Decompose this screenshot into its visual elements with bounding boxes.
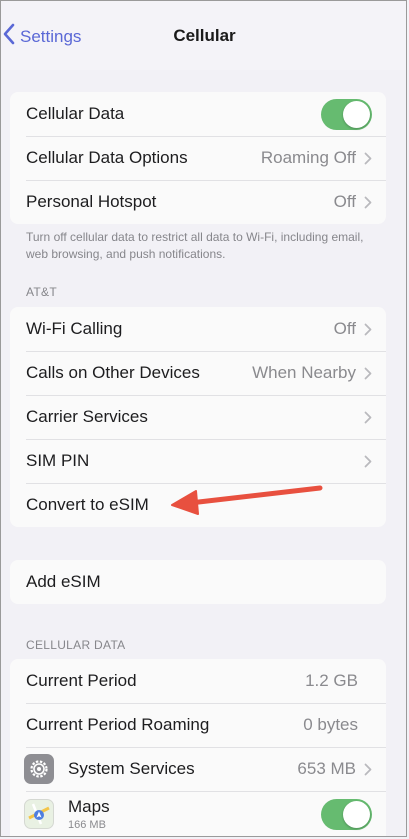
add-esim-group: Add eSIM xyxy=(10,560,386,604)
chevron-right-icon xyxy=(364,367,372,380)
maps-icon xyxy=(24,799,54,829)
system-services-label: System Services xyxy=(68,759,195,778)
sim-pin-row[interactable]: SIM PIN xyxy=(10,439,386,483)
carrier-services-row[interactable]: Carrier Services xyxy=(10,395,386,439)
maps-text: Maps 166 MB xyxy=(68,797,321,831)
chevron-right-icon xyxy=(364,152,372,165)
personal-hotspot-value: Off xyxy=(333,192,356,211)
maps-toggle[interactable] xyxy=(321,798,372,830)
cellular-data-options-row[interactable]: Cellular Data Options Roaming Off xyxy=(10,136,386,180)
chevron-right-icon xyxy=(364,196,372,209)
current-period-row: Current Period 1.2 GB xyxy=(10,659,386,703)
maps-label: Maps xyxy=(68,797,110,816)
convert-to-esim-button[interactable]: Convert to eSIM xyxy=(26,495,372,515)
system-services-value: 653 MB xyxy=(297,759,356,778)
calls-on-other-devices-value: When Nearby xyxy=(252,363,356,382)
cellular-data-options-value: Roaming Off xyxy=(260,148,356,167)
current-period-label: Current Period xyxy=(26,671,137,690)
convert-to-esim-row[interactable]: Convert to eSIM xyxy=(10,483,386,527)
cellular-settings-group: Cellular Data Cellular Data Options Roam… xyxy=(10,92,386,224)
carrier-section-header: AT&T xyxy=(26,285,57,299)
cellular-data-section-header: CELLULAR DATA xyxy=(26,638,126,652)
wifi-calling-row[interactable]: Wi-Fi Calling Off xyxy=(10,307,386,351)
calls-on-other-devices-label: Calls on Other Devices xyxy=(26,363,200,382)
wifi-calling-label: Wi-Fi Calling xyxy=(26,319,123,338)
cellular-data-options-label: Cellular Data Options xyxy=(26,148,188,167)
chevron-right-icon xyxy=(364,455,372,468)
current-period-roaming-label: Current Period Roaming xyxy=(26,715,210,734)
gear-icon xyxy=(24,754,54,784)
current-period-roaming-value: 0 bytes xyxy=(303,715,358,734)
navigation-bar: Settings Cellular xyxy=(0,0,409,70)
carrier-settings-group: Wi-Fi Calling Off Calls on Other Devices… xyxy=(10,307,386,527)
cellular-data-usage-group: Current Period 1.2 GB Current Period Roa… xyxy=(10,659,386,837)
maps-usage: 166 MB xyxy=(68,819,106,831)
sim-pin-label: SIM PIN xyxy=(26,451,90,470)
cellular-data-toggle[interactable] xyxy=(321,98,372,130)
page-title: Cellular xyxy=(173,26,236,45)
carrier-services-label: Carrier Services xyxy=(26,407,148,426)
chevron-right-icon xyxy=(364,763,372,776)
personal-hotspot-label: Personal Hotspot xyxy=(26,192,157,211)
chevron-right-icon xyxy=(364,323,372,336)
current-period-roaming-row: Current Period Roaming 0 bytes xyxy=(10,703,386,747)
cellular-data-footnote: Turn off cellular data to restrict all d… xyxy=(26,230,364,261)
personal-hotspot-row[interactable]: Personal Hotspot Off xyxy=(10,180,386,224)
calls-on-other-devices-row[interactable]: Calls on Other Devices When Nearby xyxy=(10,351,386,395)
chevron-right-icon xyxy=(364,411,372,424)
maps-row: Maps 166 MB xyxy=(10,791,386,837)
wifi-calling-value: Off xyxy=(333,319,356,338)
add-esim-row[interactable]: Add eSIM xyxy=(10,560,386,604)
cellular-data-row: Cellular Data xyxy=(10,92,386,136)
add-esim-button[interactable]: Add eSIM xyxy=(26,572,372,592)
system-services-row[interactable]: System Services 653 MB xyxy=(10,747,386,791)
current-period-value: 1.2 GB xyxy=(305,671,358,690)
cellular-data-label: Cellular Data xyxy=(26,104,125,123)
